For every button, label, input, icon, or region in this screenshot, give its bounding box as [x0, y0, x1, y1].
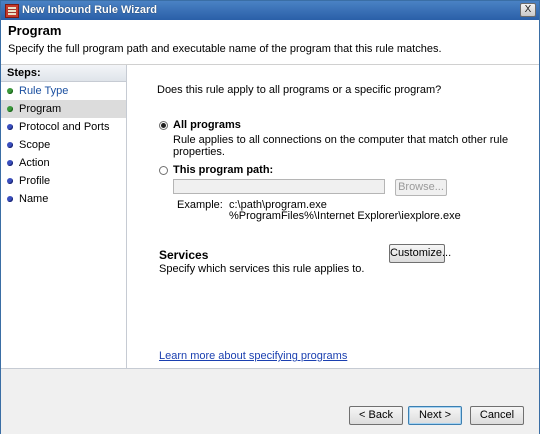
all-programs-radio[interactable]	[159, 121, 168, 130]
step-name[interactable]: Name	[1, 190, 126, 208]
page-title: Program	[8, 23, 62, 38]
steps-heading: Steps:	[1, 65, 126, 82]
close-button[interactable]: X	[520, 3, 536, 17]
program-path-input[interactable]	[173, 179, 385, 194]
step-label: Action	[19, 157, 50, 169]
step-label: Protocol and Ports	[19, 121, 110, 133]
step-label: Rule Type	[19, 85, 69, 97]
step-pending-icon	[7, 142, 13, 148]
page-header: Program Specify the full program path an…	[1, 20, 539, 65]
step-label: Name	[19, 193, 49, 205]
step-profile[interactable]: Profile	[1, 172, 126, 190]
example-label: Example:	[177, 199, 223, 211]
customize-button[interactable]: Customize...	[389, 244, 451, 263]
services-description: Specify which services this rule applies…	[159, 263, 365, 275]
next-button[interactable]: Next >	[408, 406, 462, 425]
services-title: Services	[159, 248, 209, 262]
example-path-2: %ProgramFiles%\Internet Explorer\iexplor…	[229, 210, 461, 222]
wizard-footer: < Back Next > Cancel	[1, 368, 539, 434]
step-pending-icon	[7, 160, 13, 166]
step-pending-icon	[7, 196, 13, 202]
all-programs-description: Rule applies to all connections on the c…	[173, 134, 509, 146]
step-complete-icon	[7, 88, 13, 94]
step-pending-icon	[7, 178, 13, 184]
back-button[interactable]: < Back	[349, 406, 403, 425]
all-programs-description-cont: properties.	[173, 146, 225, 158]
step-label: Program	[19, 103, 62, 115]
cancel-button[interactable]: Cancel	[470, 406, 524, 425]
program-path-radio[interactable]	[159, 166, 168, 175]
step-label: Profile	[19, 175, 51, 187]
main-content: Does this rule apply to all programs or …	[127, 65, 539, 368]
step-protocol-and-ports[interactable]: Protocol and Ports	[1, 118, 126, 136]
step-scope[interactable]: Scope	[1, 136, 126, 154]
step-action[interactable]: Action	[1, 154, 126, 172]
step-label: Scope	[19, 139, 51, 151]
program-path-label[interactable]: This program path:	[173, 164, 273, 176]
learn-more-link[interactable]: Learn more about specifying programs	[159, 350, 347, 362]
browse-button[interactable]: Browse...	[395, 179, 447, 196]
steps-pane: Steps: Rule Type Program Protocol and Po…	[1, 65, 127, 368]
step-pending-icon	[7, 124, 13, 130]
scope-question: Does this rule apply to all programs or …	[157, 84, 442, 96]
step-rule-type[interactable]: Rule Type	[1, 82, 126, 100]
wizard-window: New Inbound Rule Wizard X Program Specif…	[0, 0, 540, 434]
window-title: New Inbound Rule Wizard	[22, 4, 157, 16]
step-program[interactable]: Program	[1, 100, 126, 118]
title-bar[interactable]: New Inbound Rule Wizard X	[1, 1, 539, 20]
all-programs-label[interactable]: All programs	[173, 119, 241, 131]
step-current-icon	[7, 106, 13, 112]
firewall-icon	[5, 4, 19, 18]
page-description: Specify the full program path and execut…	[8, 43, 442, 55]
